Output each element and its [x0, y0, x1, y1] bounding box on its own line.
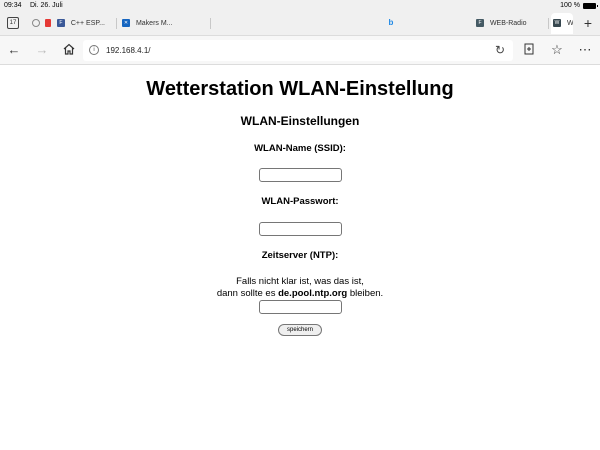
tab-label: C++ ESP... [70, 20, 105, 27]
clock-icon [32, 19, 40, 28]
new-tab-button[interactable]: + [584, 15, 592, 31]
back-button[interactable]: ← [6, 42, 22, 58]
tab-bar: 17 F C++ ESP... ✕ Makers M... b F WEB-Ra… [0, 11, 600, 36]
status-time: 09:34 [4, 2, 22, 9]
ntp-hint-line2: dann sollte es de.pool.ntp.org bleiben. [0, 288, 600, 300]
tab-bing[interactable]: b [387, 13, 407, 34]
more-icon: ⋯ [578, 42, 592, 57]
tab-label: Makers M... [135, 20, 173, 27]
tab-makers[interactable]: ✕ Makers M... [122, 13, 202, 34]
status-bar: 09:34 Di. 26. Juli 100 % [0, 0, 600, 11]
tab-favicon: F [56, 19, 65, 28]
ntp-hint-text: dann sollte es [216, 288, 279, 299]
reading-view-button[interactable] [521, 42, 537, 58]
tab-separator [548, 18, 549, 29]
tab-separator [116, 18, 117, 29]
tab-count-button[interactable]: 17 [7, 17, 19, 29]
tab-active[interactable]: W W [551, 13, 573, 34]
url-text: 192.168.4.1/ [106, 46, 151, 55]
battery-percent: 100 % [560, 2, 580, 9]
favorites-button[interactable]: ☆ [549, 42, 565, 58]
ssid-label: WLAN-Name (SSID): [254, 143, 346, 154]
ntp-default-server: de.pool.ntp.org [278, 288, 348, 299]
ntp-label: Zeitserver (NTP): [261, 250, 339, 261]
bing-icon: b [388, 18, 394, 28]
ntp-hint-text: bleiben. [347, 288, 384, 299]
status-date: Di. 26. Juli [30, 2, 63, 9]
tab-favicon: W [553, 19, 561, 28]
arrow-right-icon: → [35, 42, 49, 57]
forward-button[interactable]: → [34, 42, 50, 58]
home-icon [63, 43, 75, 55]
menu-button[interactable]: ⋯ [577, 42, 593, 58]
page-content: Wetterstation WLAN-Einstellung WLAN-Eins… [0, 66, 600, 450]
tab-label: W [566, 20, 573, 27]
url-field[interactable]: i 192.168.4.1/ ↻ [83, 40, 513, 61]
tab-web-radio[interactable]: F WEB-Radio [476, 13, 546, 34]
ntp-input[interactable] [259, 300, 342, 314]
star-list-icon: ☆ [551, 42, 563, 57]
page-title: Wetterstation WLAN-Einstellung [146, 78, 454, 100]
reload-icon[interactable]: ↻ [495, 42, 505, 59]
tab-label: WEB-Radio [489, 20, 527, 27]
tab-separator [210, 18, 211, 29]
tab-favicon: ✕ [122, 19, 130, 28]
tab-cpp-esp[interactable]: F C++ ESP... [32, 13, 112, 34]
info-icon[interactable]: i [89, 45, 99, 55]
password-input[interactable] [259, 222, 342, 236]
tab-favicon: F [476, 19, 484, 28]
tab-favicon [44, 19, 51, 28]
section-heading: WLAN-Einstellungen [240, 114, 360, 128]
reading-icon [524, 43, 534, 55]
home-button[interactable] [61, 42, 77, 58]
save-button[interactable]: speichern [278, 324, 322, 336]
ntp-hint-line1: Falls nicht klar ist, was das ist, [236, 276, 364, 287]
address-bar-row: ← → i 192.168.4.1/ ↻ ☆ ⋯ [0, 36, 600, 65]
ssid-input[interactable] [259, 168, 342, 182]
battery-icon [583, 3, 598, 9]
password-label: WLAN-Passwort: [261, 196, 339, 207]
arrow-left-icon: ← [7, 42, 21, 57]
